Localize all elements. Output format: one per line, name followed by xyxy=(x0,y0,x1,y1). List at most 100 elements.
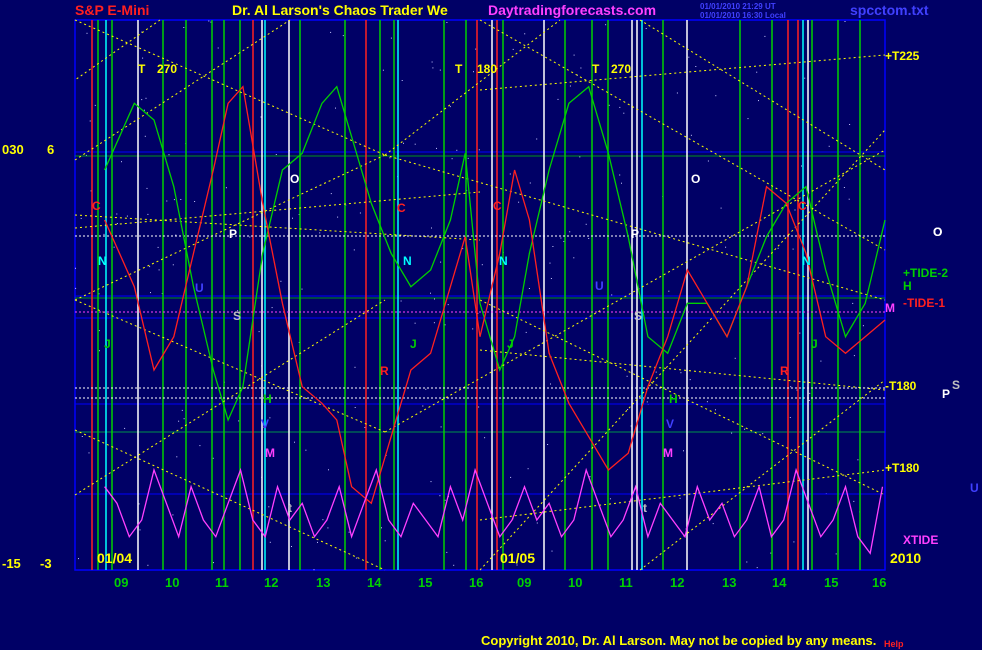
star-dot xyxy=(433,322,435,324)
star-dot xyxy=(481,264,483,266)
star-dot xyxy=(317,541,318,543)
x-tick-label: 11 xyxy=(215,575,229,590)
chart-annotation: C xyxy=(397,201,406,215)
trend-line xyxy=(479,129,886,571)
star-dot xyxy=(401,80,403,81)
x-tick-label: 16 xyxy=(872,575,886,590)
star-dot xyxy=(762,433,764,435)
x-tick-label: 12 xyxy=(670,575,684,590)
star-dot xyxy=(355,557,357,559)
star-dot xyxy=(524,33,526,35)
star-dot xyxy=(335,107,336,109)
chart-annotation: N xyxy=(403,254,412,268)
star-dot xyxy=(573,257,575,259)
star-dot xyxy=(512,48,514,50)
star-dot xyxy=(436,147,437,149)
star-dot xyxy=(756,567,758,569)
trend-line xyxy=(479,349,886,391)
star-dot xyxy=(172,514,174,516)
star-dot xyxy=(124,427,126,429)
star-dot xyxy=(828,145,830,147)
star-dot xyxy=(291,546,292,547)
trend-line xyxy=(479,19,886,251)
trend-line xyxy=(74,299,386,496)
star-dot xyxy=(75,267,76,269)
star-dot xyxy=(478,149,480,151)
star-dot xyxy=(268,506,270,508)
site-label[interactable]: Daytradingforecasts.com xyxy=(488,3,656,17)
chart-annotation: O xyxy=(933,225,942,239)
right-series-label: S xyxy=(952,378,960,392)
timestamp-local: 01/01/2010 16:30 Local xyxy=(700,11,786,20)
chart-annotation: T xyxy=(138,62,146,76)
star-dot xyxy=(271,307,273,309)
star-dot xyxy=(337,216,339,218)
x-tick-label: 14 xyxy=(367,575,382,590)
star-dot xyxy=(790,386,792,388)
chart-plot: 01/04 01/05 2010 09 10 11 12 13 14 15 16 09 10 11 12 13… xyxy=(74,19,979,590)
star-dot xyxy=(734,357,736,359)
instrument-label: S&P E-Mini xyxy=(75,2,150,18)
star-dot xyxy=(319,232,321,234)
star-dot xyxy=(794,209,796,211)
star-dot xyxy=(342,35,344,37)
star-dot xyxy=(655,371,657,373)
star-dot xyxy=(178,420,180,422)
star-dot xyxy=(690,134,692,136)
star-dot xyxy=(294,441,295,443)
star-dot xyxy=(348,531,350,533)
star-dot xyxy=(213,562,214,564)
chart-annotation: N xyxy=(98,254,107,268)
star-dot xyxy=(143,109,145,111)
star-dot xyxy=(384,540,386,542)
left-scale-bottom-b: -3 xyxy=(40,556,52,571)
x-tick-label: 16 xyxy=(469,575,483,590)
star-dot xyxy=(147,213,149,215)
series-line-2 xyxy=(104,85,886,505)
star-dot xyxy=(608,104,610,106)
star-dot xyxy=(844,21,846,22)
trend-line xyxy=(384,19,561,156)
chart-annotation: S xyxy=(634,309,642,323)
star-dot xyxy=(194,201,196,202)
star-dot xyxy=(430,292,431,294)
star-dot xyxy=(777,247,779,249)
chart-annotation: J xyxy=(507,337,514,351)
star-dot xyxy=(569,231,571,233)
star-dot xyxy=(720,207,722,209)
star-dot xyxy=(573,54,575,56)
x-tick-label: 15 xyxy=(418,575,432,590)
x-tick-label: 15 xyxy=(824,575,838,590)
star-dot xyxy=(509,173,511,175)
star-dot xyxy=(453,564,455,566)
star-dot xyxy=(439,69,441,71)
star-dot xyxy=(172,264,174,266)
star-dot xyxy=(403,142,404,144)
star-dot xyxy=(168,154,170,156)
star-dot xyxy=(808,400,810,401)
star-dot xyxy=(446,22,448,23)
star-dot xyxy=(536,522,538,524)
chart-annotation: N xyxy=(802,254,811,268)
chart-annotation: V xyxy=(261,417,269,431)
star-dot xyxy=(113,246,115,248)
star-dot xyxy=(857,459,859,461)
star-dot xyxy=(551,550,553,552)
chart-annotation: C xyxy=(493,199,502,213)
star-dot xyxy=(313,569,315,571)
star-dot xyxy=(449,106,451,108)
chart-annotation: J xyxy=(104,337,111,351)
star-dot xyxy=(549,262,551,264)
star-dot xyxy=(862,325,864,327)
star-dot xyxy=(849,124,851,125)
star-dot xyxy=(381,527,382,529)
star-dot xyxy=(212,457,214,459)
star-dot xyxy=(400,300,402,302)
star-dot xyxy=(301,288,303,290)
left-scale-top-a: 030 xyxy=(2,142,24,157)
star-dot xyxy=(793,541,795,543)
star-dot xyxy=(853,355,855,357)
star-dot xyxy=(619,106,621,108)
trend-line xyxy=(74,191,481,229)
star-dot xyxy=(627,409,629,410)
